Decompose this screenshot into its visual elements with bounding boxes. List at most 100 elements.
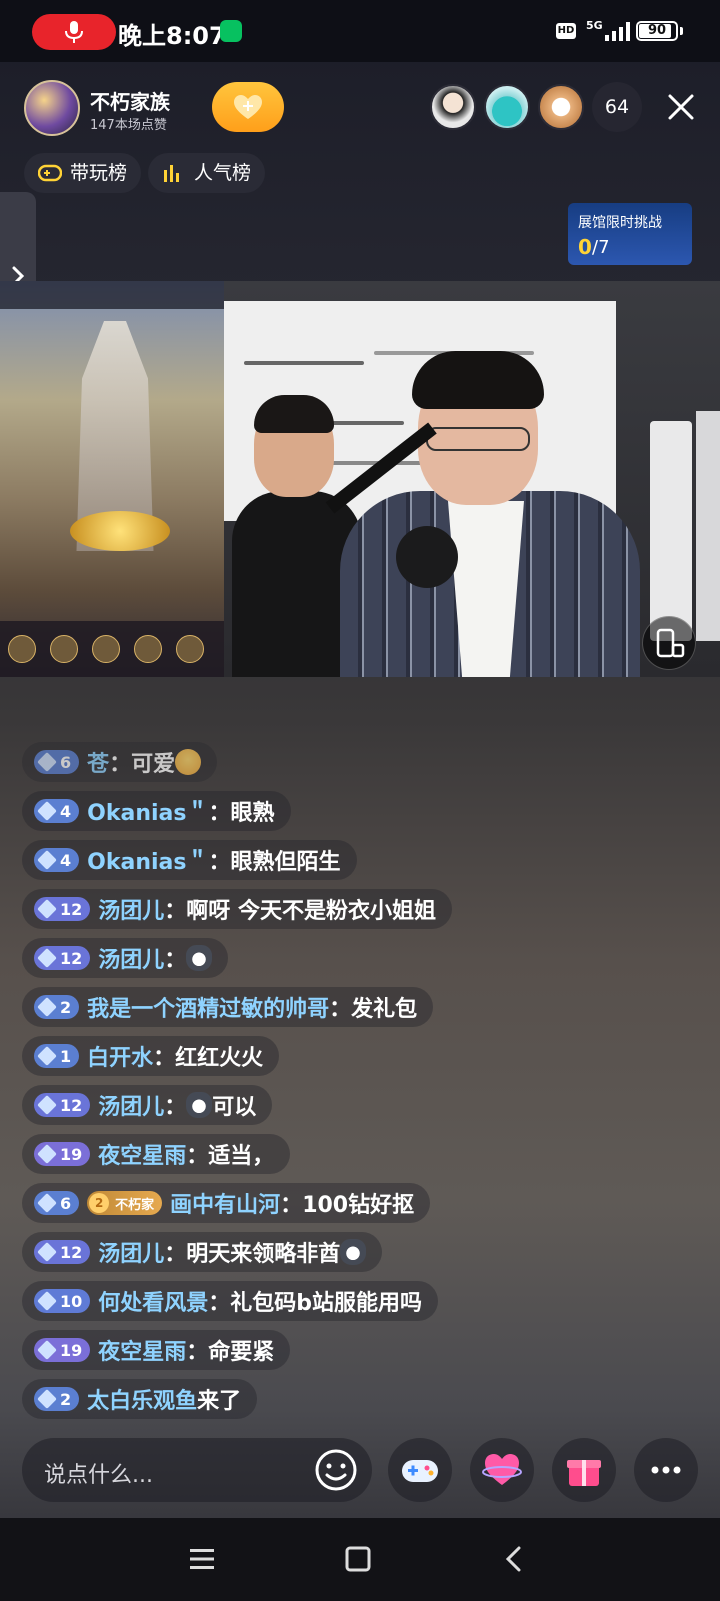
cat-emoji-icon xyxy=(186,945,213,971)
user-level: 10 xyxy=(60,1291,83,1311)
hd-badge: HD xyxy=(556,23,576,39)
chat-message[interactable]: 6 2 不朽家 画中有山河： 100钻好抠 xyxy=(22,1183,698,1223)
heart-icon xyxy=(482,1454,522,1485)
chat-list[interactable]: 6 苍：可爱 4 Okanias＂：眼熟 4 Okanias＂：眼熟但陌生 12 汤团儿：啊呀… xyxy=(22,742,698,1428)
follow-button[interactable] xyxy=(212,82,284,132)
game-button[interactable] xyxy=(388,1438,452,1502)
menu-icon[interactable] xyxy=(188,1546,216,1572)
game-controller-icon xyxy=(402,1460,438,1482)
user-level-badge: 6 xyxy=(34,1191,80,1215)
chat-message[interactable]: 12 汤团儿：啊呀 今天不是粉衣小姐姐 xyxy=(22,889,698,929)
chat-bubble[interactable]: 2 我是一个酒精过敏的帅哥：发礼包 xyxy=(22,987,434,1027)
challenge-widget[interactable]: 展馆限时挑战 0 /7 xyxy=(568,203,692,265)
viewer-avatar[interactable] xyxy=(538,84,584,130)
chat-bubble[interactable]: 4 Okanias＂：眼熟但陌生 xyxy=(22,840,357,880)
user-level-badge: 12 xyxy=(34,1240,91,1264)
game-top-bar xyxy=(0,281,224,309)
chat-username[interactable]: 太白乐观鱼 xyxy=(87,1383,197,1415)
chat-message[interactable]: 10 何处看风景：礼包码b站服能用吗 xyxy=(22,1281,698,1321)
status-bar: 晚上8:07 HD 5G 90 xyxy=(0,0,720,62)
chat-message[interactable]: 12 汤团儿： xyxy=(22,938,698,978)
emoji-icon[interactable] xyxy=(312,1446,360,1494)
chat-username[interactable]: 苍 xyxy=(87,746,109,778)
chat-username[interactable]: 画中有山河 xyxy=(170,1187,280,1219)
viewer-avatar[interactable] xyxy=(430,84,476,130)
back-icon[interactable] xyxy=(502,1546,526,1572)
battery-level: 90 xyxy=(647,23,667,38)
chat-message[interactable]: 1 白开水：红红火火 xyxy=(22,1036,698,1076)
live-video[interactable] xyxy=(0,281,720,677)
user-level-badge: 1 xyxy=(34,1044,80,1068)
game-button xyxy=(50,635,78,663)
chat-message[interactable]: 6 苍：可爱 xyxy=(22,742,698,782)
rank-tab-label: 人气榜 xyxy=(194,162,252,184)
chat-username[interactable]: 汤团儿 xyxy=(98,1236,164,1268)
system-navigation-bar xyxy=(0,1518,720,1601)
rank-tab-play[interactable]: 带玩榜 xyxy=(24,153,142,193)
chat-message[interactable]: 4 Okanias＂：眼熟 xyxy=(22,791,698,831)
user-level: 4 xyxy=(60,801,72,821)
chat-separator: ： xyxy=(208,801,231,826)
rotate-screen-icon xyxy=(656,628,685,658)
chat-bubble[interactable]: 4 Okanias＂：眼熟 xyxy=(22,791,291,831)
chat-message[interactable]: 2 太白乐观鱼 来了 xyxy=(22,1379,698,1419)
game-bottom-bar xyxy=(0,621,224,677)
viewer-avatar[interactable] xyxy=(484,84,530,130)
chat-bubble[interactable]: 6 2 不朽家 画中有山河： 100钻好抠 xyxy=(22,1183,431,1223)
chat-bubble[interactable]: 12 汤团儿： xyxy=(22,938,229,978)
diamond-icon xyxy=(37,948,57,968)
user-level: 12 xyxy=(60,899,83,919)
chat-bubble[interactable]: 2 太白乐观鱼 来了 xyxy=(22,1379,258,1419)
chat-text: 红红火火 xyxy=(175,1046,264,1071)
gift-button[interactable] xyxy=(552,1438,616,1502)
user-level-badge: 2 xyxy=(34,995,80,1019)
viewer-count[interactable]: 64 xyxy=(592,82,642,132)
chat-message[interactable]: 12 汤团儿： 可以 xyxy=(22,1085,698,1125)
fan-level: 2 xyxy=(89,1193,110,1213)
chat-separator: ： xyxy=(109,752,132,777)
chat-bubble[interactable]: 12 汤团儿：啊呀 今天不是粉衣小姐姐 xyxy=(22,889,452,929)
rank-tab-popularity[interactable]: 人气榜 xyxy=(148,153,266,193)
chat-username[interactable]: 汤团儿 xyxy=(98,893,164,925)
chat-text: 来了 xyxy=(197,1389,242,1414)
chat-text: 眼熟但陌生 xyxy=(230,850,341,875)
close-icon[interactable] xyxy=(664,90,698,124)
chat-separator: ： xyxy=(164,899,187,924)
anchor-avatar[interactable] xyxy=(24,80,80,136)
chat-bubble[interactable]: 19 夜空星雨：命要紧 xyxy=(22,1330,291,1370)
chat-username[interactable]: 何处看风景 xyxy=(98,1285,208,1317)
user-level-badge: 4 xyxy=(34,848,80,872)
chat-username[interactable]: 夜空星雨 xyxy=(98,1334,186,1366)
chat-bubble[interactable]: 1 白开水：红红火火 xyxy=(22,1036,280,1076)
chat-message[interactable]: 19 夜空星雨：适当， xyxy=(22,1134,698,1174)
chat-username[interactable]: 汤团儿 xyxy=(98,942,164,974)
user-level: 6 xyxy=(60,1193,72,1213)
chat-bubble[interactable]: 19 夜空星雨：适当， xyxy=(22,1134,291,1174)
more-button[interactable] xyxy=(634,1438,698,1502)
chat-text: 可以 xyxy=(212,1095,257,1120)
chat-bubble[interactable]: 10 何处看风景：礼包码b站服能用吗 xyxy=(22,1281,439,1321)
chat-message[interactable]: 4 Okanias＂：眼熟但陌生 xyxy=(22,840,698,880)
chat-username[interactable]: 我是一个酒精过敏的帅哥 xyxy=(87,991,329,1023)
network-type: 5G xyxy=(586,19,603,32)
chat-username[interactable]: 夜空星雨 xyxy=(98,1138,186,1170)
chat-bubble[interactable]: 12 汤团儿： 可以 xyxy=(22,1085,273,1125)
like-button[interactable] xyxy=(470,1438,534,1502)
chat-username[interactable]: 汤团儿 xyxy=(98,1089,164,1121)
chat-message[interactable]: 19 夜空星雨：命要紧 xyxy=(22,1330,698,1370)
chat-username[interactable]: 白开水 xyxy=(87,1040,153,1072)
chat-bubble[interactable]: 6 苍：可爱 xyxy=(22,742,218,782)
chat-message[interactable]: 12 汤团儿：明天来领略非酋 xyxy=(22,1232,698,1272)
challenge-count: 0 xyxy=(578,235,592,259)
game-button xyxy=(176,635,204,663)
bar-chart-icon xyxy=(164,165,179,182)
chat-message[interactable]: 2 我是一个酒精过敏的帅哥：发礼包 xyxy=(22,987,698,1027)
rotate-screen-button[interactable] xyxy=(642,616,696,670)
chat-username[interactable]: Okanias＂ xyxy=(87,844,208,876)
chat-username[interactable]: Okanias＂ xyxy=(87,795,208,827)
chat-bubble[interactable]: 12 汤团儿：明天来领略非酋 xyxy=(22,1232,383,1272)
home-icon[interactable] xyxy=(344,1546,372,1572)
microphone-indicator[interactable] xyxy=(32,14,116,50)
chat-separator: ： xyxy=(208,850,231,875)
chat-text: 眼熟 xyxy=(230,801,275,826)
